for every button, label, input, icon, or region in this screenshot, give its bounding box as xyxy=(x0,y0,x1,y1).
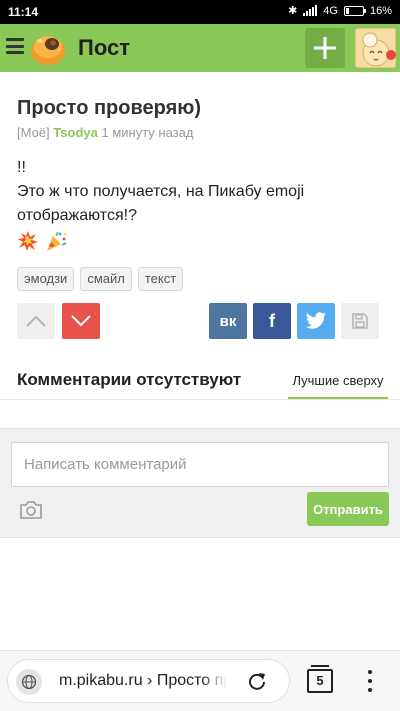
address-bar[interactable]: m.pikabu.ru › Просто проверяю) xyxy=(7,659,290,703)
url-text[interactable]: m.pikabu.ru › Просто проверяю) xyxy=(59,672,227,690)
camera-icon[interactable] xyxy=(19,500,43,520)
tab-best-first[interactable]: Лучшие сверху xyxy=(288,366,388,400)
pikabu-logo[interactable] xyxy=(28,29,68,67)
floppy-disk-icon xyxy=(352,313,368,329)
comment-input[interactable] xyxy=(11,442,389,487)
party-popper-emoji xyxy=(47,231,67,251)
save-post-button[interactable] xyxy=(341,303,379,339)
chevron-up-icon xyxy=(26,315,46,327)
post-time: 1 минуту назад xyxy=(101,125,194,140)
vk-icon: вк xyxy=(219,312,237,330)
status-time: 11:14 xyxy=(8,5,39,19)
status-bar: 11:14 ✱ 4G 16% xyxy=(0,0,400,24)
post-meta: [Моё] Tsodya 1 минуту назад xyxy=(17,125,193,140)
post-body-line: Это ж что получается, на Пикабу emoji от… xyxy=(17,183,305,224)
tabs-switcher-button[interactable]: 5 xyxy=(307,665,333,693)
battery-percent: 16% xyxy=(369,4,392,17)
signal-icon xyxy=(303,5,318,16)
post-body: !! Это ж что получается, на Пикабу emoji… xyxy=(17,156,387,228)
share-vk-button[interactable]: вк xyxy=(209,303,247,339)
collision-emoji xyxy=(18,231,38,251)
share-twitter-button[interactable] xyxy=(297,303,335,339)
divider xyxy=(0,399,400,400)
facebook-icon: f xyxy=(269,310,275,331)
reload-icon[interactable] xyxy=(247,671,267,691)
upvote-button[interactable] xyxy=(17,303,55,339)
twitter-icon xyxy=(305,312,327,329)
post-tags: эмодзи смайл текст xyxy=(17,267,184,291)
post-tag-mine: [Моё] xyxy=(17,125,50,140)
plus-icon xyxy=(314,37,336,59)
send-comment-button[interactable]: Отправить xyxy=(307,492,389,526)
battery-icon xyxy=(343,5,366,16)
chevron-down-icon xyxy=(71,315,91,327)
browser-toolbar: m.pikabu.ru › Просто проверяю) 5 xyxy=(0,650,400,711)
battery-level xyxy=(345,7,349,14)
post-tag[interactable]: смайл xyxy=(80,267,132,291)
post-author-link[interactable]: Tsodya xyxy=(53,125,98,140)
status-icons: ✱ 4G 16% xyxy=(288,4,392,18)
comment-form: Отправить xyxy=(0,428,400,538)
share-facebook-button[interactable]: f xyxy=(253,303,291,339)
post-body-line: !! xyxy=(17,159,26,176)
more-menu-icon[interactable] xyxy=(366,670,374,692)
post-title[interactable]: Просто проверяю) xyxy=(17,97,201,120)
network-type: 4G xyxy=(323,4,338,17)
post-tag[interactable]: эмодзи xyxy=(17,267,75,291)
downvote-button[interactable] xyxy=(62,303,100,339)
globe-icon[interactable] xyxy=(16,669,42,695)
add-post-button[interactable] xyxy=(305,28,345,68)
app-header: Пост xyxy=(0,24,400,72)
comments-heading: Комментарии отсутствуют xyxy=(17,370,242,389)
notification-badge xyxy=(386,50,396,60)
avatar[interactable] xyxy=(355,28,396,68)
bluetooth-icon: ✱ xyxy=(288,5,298,17)
page-title: Пост xyxy=(78,35,130,60)
post-emoji-row xyxy=(17,230,67,252)
hamburger-icon[interactable] xyxy=(6,38,24,54)
post-tag[interactable]: текст xyxy=(137,267,184,291)
